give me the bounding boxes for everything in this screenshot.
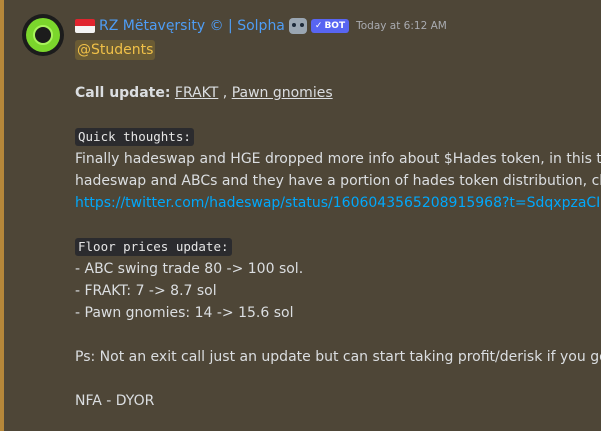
pawn-gnomies-link[interactable]: Pawn gnomies — [232, 85, 333, 101]
ps-line: Ps: Not an exit call just an update but … — [75, 349, 601, 365]
bot-badge: ✓ BOT — [310, 19, 350, 33]
floor-prices-label: Floor prices update: — [75, 238, 232, 256]
call-update-separator: , — [218, 85, 232, 101]
footer-line: NFA - DYOR — [75, 393, 155, 409]
role-mention[interactable]: @Students — [75, 40, 156, 60]
avatar[interactable] — [22, 14, 64, 56]
call-update-line: Call update: FRAKT , Pawn gnomies — [75, 82, 601, 104]
floor-item-pawn-gnomies: - Pawn gnomies: 14 -> 15.6 sol — [75, 305, 294, 321]
quick-thoughts-label: Quick thoughts: — [75, 128, 194, 146]
tweet-link[interactable]: https://twitter.com/hadeswap/status/1606… — [75, 195, 601, 211]
frakt-link[interactable]: FRAKT — [175, 85, 218, 101]
floor-item-abc: - ABC swing trade 80 -> 100 sol. — [75, 261, 304, 277]
quick-thoughts-line-2: hadeswap and ABCs and they have a portio… — [75, 173, 601, 189]
message-content: RZ Mëtavęrsity © | Solpha ✓ BOT Today at… — [75, 14, 601, 412]
bot-badge-label: BOT — [324, 21, 346, 31]
call-update-label: Call update: — [75, 85, 171, 101]
avatar-logo-ring — [26, 18, 60, 52]
quick-thoughts-line-1: Finally hadeswap and HGE dropped more in… — [75, 151, 601, 167]
floor-item-frakt: - FRAKT: 7 -> 8.7 sol — [75, 283, 217, 299]
indonesia-flag-icon — [75, 19, 95, 33]
author-username[interactable]: RZ Mëtavęrsity © | Solpha — [99, 18, 285, 34]
message-timestamp[interactable]: Today at 6:12 AM — [356, 20, 447, 32]
message-header: RZ Mëtavęrsity © | Solpha ✓ BOT Today at… — [75, 14, 601, 38]
checkmark-icon: ✓ — [314, 21, 323, 31]
avatar-logo-core — [33, 25, 53, 45]
robot-icon — [288, 18, 307, 34]
